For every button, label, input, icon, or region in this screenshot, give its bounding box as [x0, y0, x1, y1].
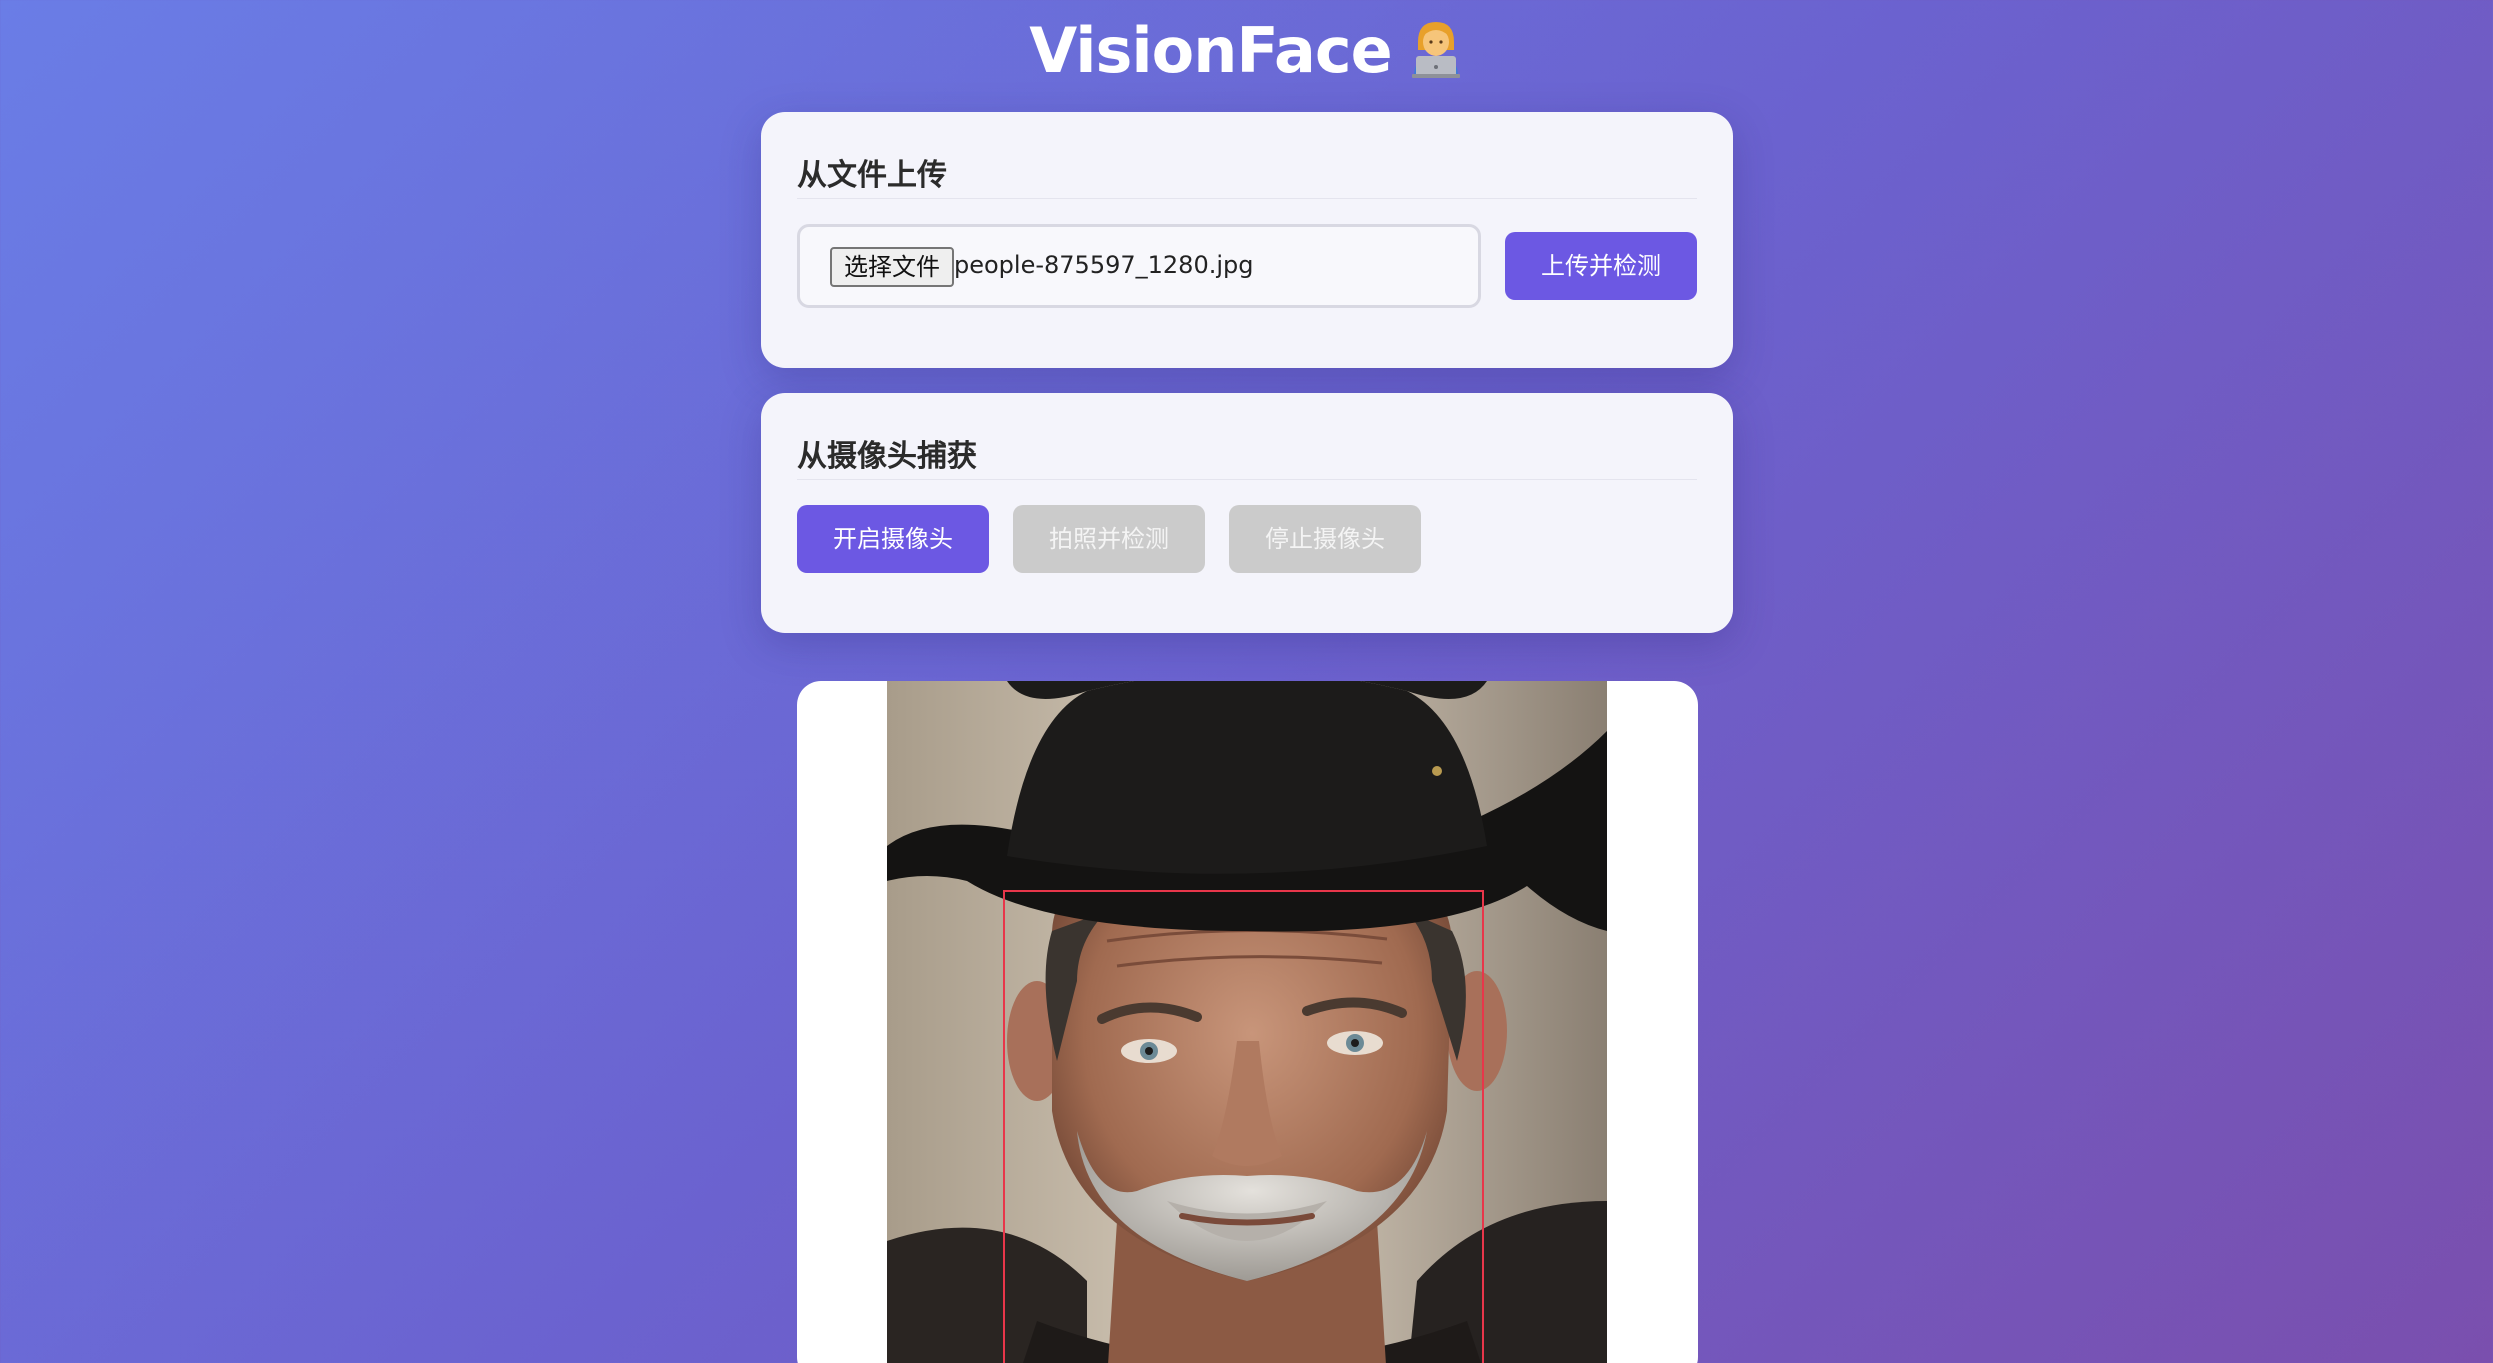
stop-camera-button[interactable]: 停止摄像头 — [1229, 505, 1421, 573]
camera-card: 从摄像头捕获 开启摄像头 拍照并检测 停止摄像头 — [761, 393, 1733, 633]
selected-file-name: people-875597_1280.jpg — [954, 251, 1254, 279]
app-title: VisionFace — [0, 14, 2493, 93]
choose-file-button[interactable]: 选择文件 — [830, 247, 954, 287]
divider — [797, 198, 1697, 199]
upload-heading: 从文件上传 — [797, 158, 947, 193]
divider — [797, 479, 1697, 480]
upload-card: 从文件上传 选择文件 people-875597_1280.jpg 上传并检测 — [761, 112, 1733, 368]
capture-detect-button[interactable]: 拍照并检测 — [1013, 505, 1205, 573]
camera-heading: 从摄像头捕获 — [797, 439, 977, 474]
file-input[interactable]: 选择文件 people-875597_1280.jpg — [797, 224, 1481, 308]
app-title-text: VisionFace — [1029, 14, 1392, 87]
technologist-icon — [1408, 16, 1464, 93]
result-panel — [797, 681, 1698, 1363]
face-detection-box — [1003, 890, 1484, 1363]
upload-detect-button[interactable]: 上传并检测 — [1505, 232, 1697, 300]
start-camera-button[interactable]: 开启摄像头 — [797, 505, 989, 573]
